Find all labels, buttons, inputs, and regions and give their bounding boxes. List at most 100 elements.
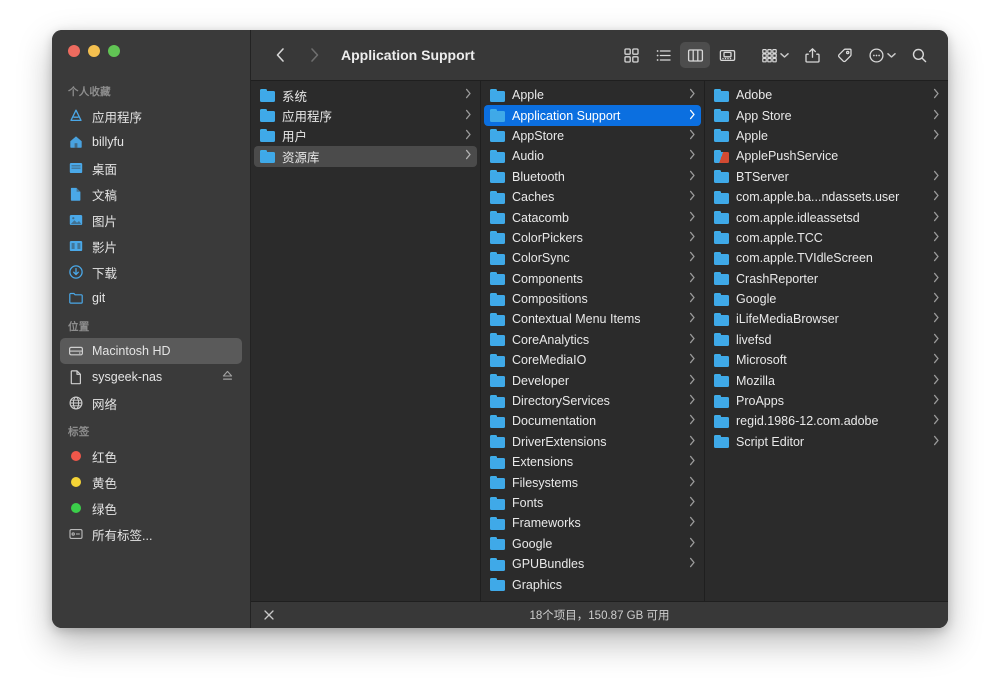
file-row[interactable]: com.apple.ba...ndassets.user (708, 187, 945, 207)
tag-button[interactable] (829, 42, 859, 68)
file-row[interactable]: Mozilla (708, 370, 945, 390)
folder-icon (490, 313, 505, 326)
folder-icon (490, 435, 505, 448)
share-button[interactable] (797, 42, 827, 68)
file-row[interactable]: Google (484, 534, 701, 554)
folder-icon (490, 170, 505, 183)
sidebar-item-harddisk[interactable]: Macintosh HD (60, 338, 242, 364)
home-icon (68, 134, 84, 150)
file-row[interactable]: Apple (484, 85, 701, 105)
chevron-right-icon (689, 414, 696, 428)
file-row[interactable]: Google (708, 289, 945, 309)
icon-view-button[interactable] (616, 42, 646, 68)
file-row[interactable]: Catacomb (484, 207, 701, 227)
action-menu-control[interactable] (861, 42, 902, 68)
sidebar-item-all-tags[interactable]: 所有标签... (60, 521, 242, 547)
file-row[interactable]: Graphics (484, 574, 701, 594)
file-row[interactable]: 系统 (254, 85, 477, 105)
close-x-icon[interactable] (263, 609, 275, 621)
file-row[interactable]: Adobe (708, 85, 945, 105)
file-row[interactable]: com.apple.TCC (708, 228, 945, 248)
file-row[interactable]: Script Editor (708, 432, 945, 452)
sidebar-item-pictures[interactable]: 图片 (60, 207, 242, 233)
file-row[interactable]: 资源库 (254, 146, 477, 166)
sidebar-section-header: 位置 (52, 311, 250, 338)
file-row[interactable]: GPUBundles (484, 554, 701, 574)
search-button[interactable] (904, 42, 934, 68)
chevron-right-icon (689, 455, 696, 469)
sidebar-item-home[interactable]: billyfu (60, 129, 242, 155)
column-view-button[interactable] (680, 42, 710, 68)
sidebar-item-network-globe[interactable]: 网络 (60, 390, 242, 416)
chevron-right-icon (689, 516, 696, 530)
file-row[interactable]: ColorSync (484, 248, 701, 268)
file-row[interactable]: Application Support (484, 105, 701, 125)
close-window-button[interactable] (68, 45, 80, 57)
file-row[interactable]: App Store (708, 105, 945, 125)
file-row[interactable]: Filesystems (484, 472, 701, 492)
file-row[interactable]: Contextual Menu Items (484, 309, 701, 329)
file-row[interactable]: Microsoft (708, 350, 945, 370)
sidebar-item-movies[interactable]: 影片 (60, 233, 242, 259)
file-row[interactable]: AppStore (484, 126, 701, 146)
chevron-right-icon (689, 149, 696, 163)
sidebar-item-server[interactable]: sysgeek-nas (60, 364, 242, 390)
file-row[interactable]: DirectoryServices (484, 391, 701, 411)
file-row[interactable]: Compositions (484, 289, 701, 309)
sidebar-item-tag-dot[interactable]: 绿色 (60, 495, 242, 521)
sidebar-item-label: 黄色 (92, 473, 117, 492)
toolbar-buttons (616, 42, 934, 68)
sidebar-item-tag-dot[interactable]: 黄色 (60, 469, 242, 495)
column-2: Apple Application Support AppStoreAudioBlu… (481, 81, 705, 601)
sidebar-item-tag-dot[interactable]: 红色 (60, 443, 242, 469)
sidebar-item-documents[interactable]: 文稿 (60, 181, 242, 207)
file-row[interactable]: CoreMediaIO (484, 350, 701, 370)
file-row[interactable]: CoreAnalytics (484, 330, 701, 350)
folder-icon (490, 89, 505, 102)
file-row[interactable]: Developer (484, 370, 701, 390)
file-row[interactable]: regid.1986-12.com.adobe (708, 411, 945, 431)
list-view-button[interactable] (648, 42, 678, 68)
file-row[interactable]: iLifeMediaBrowser (708, 309, 945, 329)
file-row[interactable]: Caches (484, 187, 701, 207)
file-row[interactable]: Frameworks (484, 513, 701, 533)
chevron-right-icon (933, 414, 940, 428)
folder-icon (260, 109, 275, 122)
file-row[interactable]: com.apple.TVIdleScreen (708, 248, 945, 268)
file-name: GPUBundles (512, 557, 682, 571)
file-row[interactable]: Bluetooth (484, 167, 701, 187)
sidebar-item-downloads[interactable]: 下载 (60, 259, 242, 285)
file-row[interactable]: Extensions (484, 452, 701, 472)
file-row[interactable]: 用户 (254, 126, 477, 146)
file-row[interactable]: Components (484, 269, 701, 289)
minimize-window-button[interactable] (88, 45, 100, 57)
file-row[interactable]: DriverExtensions (484, 432, 701, 452)
back-button[interactable] (267, 42, 293, 68)
chevron-right-icon (933, 190, 940, 204)
file-row[interactable]: Documentation (484, 411, 701, 431)
file-row[interactable]: ProApps (708, 391, 945, 411)
file-row[interactable]: Fonts (484, 493, 701, 513)
file-row[interactable]: ColorPickers (484, 228, 701, 248)
file-name: Application Support (512, 109, 682, 123)
chevron-right-icon (933, 435, 940, 449)
file-row[interactable]: CrashReporter (708, 269, 945, 289)
file-row[interactable]: 应用程序 (254, 105, 477, 125)
file-row[interactable]: ApplePushService (708, 146, 945, 166)
zoom-window-button[interactable] (108, 45, 120, 57)
gallery-view-button[interactable] (712, 42, 742, 68)
content-pane: Application Support (251, 30, 948, 628)
group-by-control[interactable] (754, 42, 795, 68)
file-row[interactable]: Audio (484, 146, 701, 166)
chevron-right-icon (933, 109, 940, 123)
sidebar-item-applications[interactable]: 应用程序 (60, 103, 242, 129)
file-row[interactable]: livefsd (708, 330, 945, 350)
sidebar-item-folder[interactable]: git (60, 285, 242, 311)
file-row[interactable]: com.apple.idleassetsd (708, 207, 945, 227)
file-row[interactable]: Apple (708, 126, 945, 146)
forward-button[interactable] (301, 42, 327, 68)
sidebar-item-desktop[interactable]: 桌面 (60, 155, 242, 181)
file-row[interactable]: BTServer (708, 167, 945, 187)
eject-icon[interactable] (221, 369, 234, 385)
column-browser: 系统应用程序用户资源库 Apple Application Support AppSt… (251, 81, 948, 601)
